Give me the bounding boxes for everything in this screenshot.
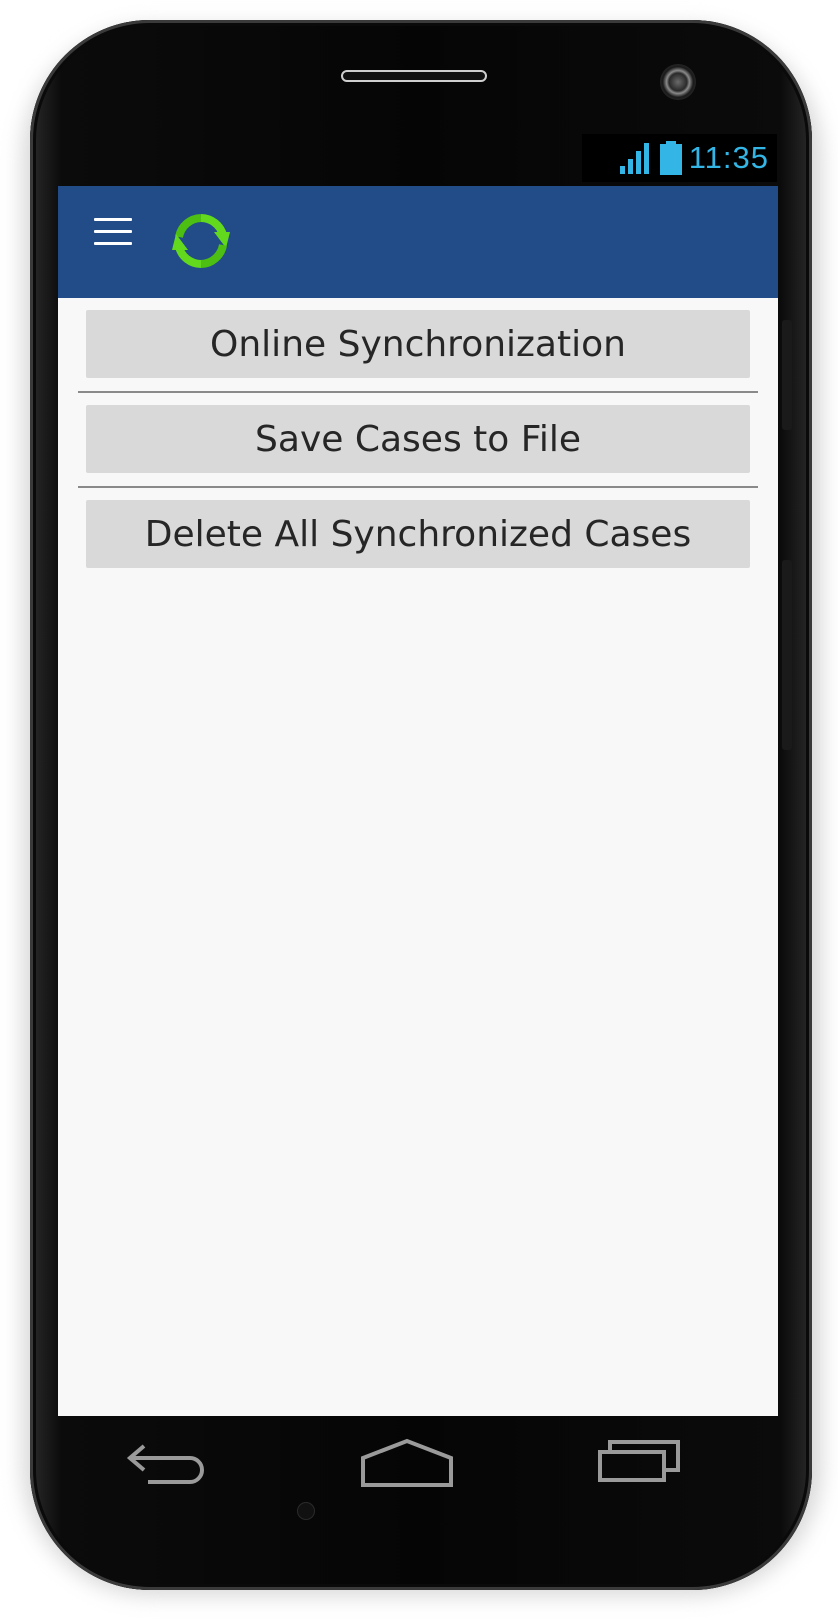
- sync-arrows-icon: [172, 214, 230, 268]
- power-button: [782, 560, 792, 750]
- delete-all-synchronized-cases-button[interactable]: Delete All Synchronized Cases: [86, 500, 750, 568]
- save-cases-to-file-button[interactable]: Save Cases to File: [86, 405, 750, 473]
- hamburger-menu-icon[interactable]: [94, 218, 134, 248]
- earpiece-speaker: [341, 70, 487, 82]
- online-synchronization-button[interactable]: Online Synchronization: [86, 310, 750, 378]
- front-camera: [660, 64, 696, 100]
- volume-button: [782, 320, 792, 430]
- battery-icon: [659, 141, 682, 175]
- status-bar: 11:35: [582, 134, 777, 182]
- navigation-bar: [58, 1416, 778, 1566]
- signal-icon: [619, 143, 649, 174]
- recent-apps-icon[interactable]: [598, 1438, 682, 1484]
- divider: [78, 391, 758, 393]
- back-icon[interactable]: [126, 1440, 210, 1486]
- status-time: 11:35: [688, 140, 769, 175]
- app-screen: Online Synchronization Save Cases to Fil…: [58, 186, 778, 1416]
- divider: [78, 486, 758, 488]
- app-bar: [58, 186, 778, 298]
- notification-led: [297, 1502, 315, 1520]
- home-icon[interactable]: [360, 1438, 454, 1488]
